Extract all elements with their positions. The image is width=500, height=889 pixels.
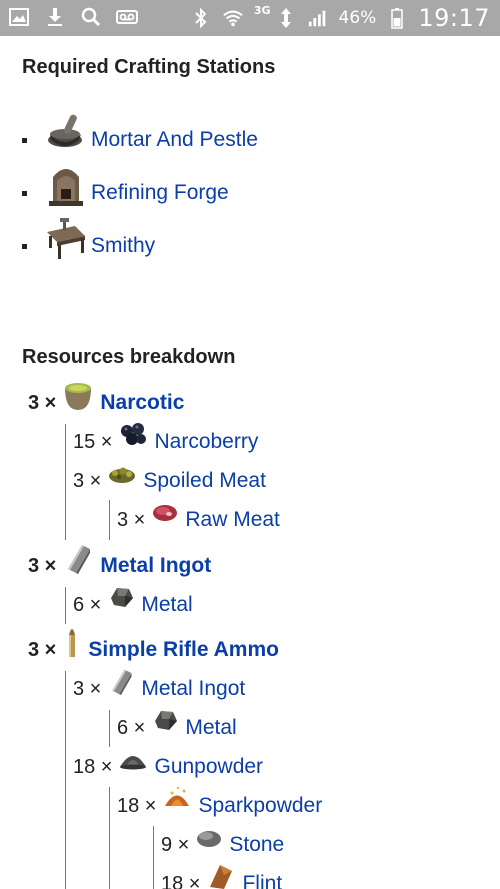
resource-row-gunpowder[interactable]: 18 × Gunpowder bbox=[73, 750, 263, 784]
station-item-forge[interactable]: Refining Forge bbox=[22, 169, 229, 213]
system-icons: 3G 46% 19:17 bbox=[190, 0, 490, 36]
resource-row-metal-sub[interactable]: 6 × Metal bbox=[117, 710, 237, 745]
flint-icon[interactable] bbox=[206, 861, 236, 889]
notification-icons bbox=[8, 6, 138, 28]
resource-link-spoiled-meat[interactable]: Spoiled Meat bbox=[143, 469, 266, 493]
resource-link-flint[interactable]: Flint bbox=[242, 872, 282, 889]
resource-row-raw-meat[interactable]: 3 × Raw Meat bbox=[117, 503, 280, 537]
resource-link-gunpowder[interactable]: Gunpowder bbox=[154, 755, 263, 779]
resource-row-flint[interactable]: 18 × Flint bbox=[161, 864, 282, 889]
resource-qty: 6 × bbox=[73, 593, 102, 616]
metal-icon[interactable] bbox=[107, 584, 135, 615]
metal-icon[interactable] bbox=[151, 707, 179, 738]
resource-qty: 3 × bbox=[73, 469, 102, 492]
sparkpowder-icon[interactable] bbox=[162, 785, 192, 816]
ingot-icon[interactable] bbox=[62, 541, 94, 580]
resource-link-metal[interactable]: Metal bbox=[141, 593, 192, 617]
ingot-icon[interactable] bbox=[107, 666, 135, 701]
station-link-smithy[interactable]: Smithy bbox=[91, 234, 155, 258]
tree-line bbox=[65, 587, 66, 624]
resource-qty: 3 × bbox=[73, 677, 102, 700]
resource-qty: 15 × bbox=[73, 430, 113, 453]
forge-icon[interactable] bbox=[45, 163, 87, 207]
mortar-icon[interactable] bbox=[45, 110, 87, 154]
raw-meat-icon[interactable] bbox=[151, 500, 179, 529]
resource-qty: 3 × bbox=[28, 391, 57, 414]
resource-row-metal-ingot-sub[interactable]: 3 × Metal Ingot bbox=[73, 669, 245, 706]
resource-row-spoiled-meat[interactable]: 3 × Spoiled Meat bbox=[73, 464, 266, 498]
station-item-mortar[interactable]: Mortar And Pestle bbox=[22, 114, 258, 160]
search-icon bbox=[80, 6, 102, 28]
station-link-forge[interactable]: Refining Forge bbox=[91, 181, 229, 205]
bullet bbox=[22, 137, 27, 143]
resource-link-metal-ingot-sub[interactable]: Metal Ingot bbox=[141, 677, 245, 701]
resource-link-rifle-ammo[interactable]: Simple Rifle Ammo bbox=[88, 638, 279, 662]
battery-percent: 46% bbox=[338, 8, 377, 28]
download-icon bbox=[44, 6, 66, 28]
resource-row-narcotic[interactable]: 3 × Narcotic bbox=[28, 382, 184, 420]
narcotic-icon[interactable] bbox=[62, 378, 94, 417]
resource-link-narcoberry[interactable]: Narcoberry bbox=[154, 430, 258, 454]
bullet bbox=[22, 190, 27, 196]
tree-line bbox=[65, 671, 66, 889]
resource-row-metal[interactable]: 6 × Metal bbox=[73, 587, 193, 622]
tree-line bbox=[65, 424, 66, 540]
bluetooth-icon bbox=[190, 7, 212, 29]
smithy-icon[interactable] bbox=[45, 216, 87, 260]
station-item-smithy[interactable]: Smithy bbox=[22, 218, 155, 266]
resource-qty: 6 × bbox=[117, 716, 146, 739]
resource-qty: 18 × bbox=[161, 872, 201, 889]
battery-icon bbox=[386, 7, 408, 29]
resource-row-narcoberry[interactable]: 15 × Narcoberry bbox=[73, 422, 258, 459]
data-transfer-icon bbox=[275, 7, 297, 29]
resource-qty: 18 × bbox=[117, 794, 157, 817]
resource-link-metal-ingot[interactable]: Metal Ingot bbox=[100, 554, 211, 578]
resource-row-stone[interactable]: 9 × Stone bbox=[161, 828, 284, 862]
gunpowder-icon[interactable] bbox=[118, 747, 148, 776]
stone-icon[interactable] bbox=[195, 825, 223, 854]
status-bar: 3G 46% 19:17 bbox=[0, 0, 500, 36]
ammo-icon[interactable] bbox=[62, 625, 82, 664]
resource-link-metal-sub[interactable]: Metal bbox=[185, 716, 236, 740]
voicemail-icon bbox=[116, 6, 138, 28]
resources-heading: Resources breakdown bbox=[22, 346, 236, 368]
resource-qty: 9 × bbox=[161, 833, 190, 856]
signal-icon bbox=[307, 7, 329, 29]
tree-line bbox=[109, 710, 110, 747]
network-type: 3G bbox=[253, 3, 271, 17]
resource-link-narcotic[interactable]: Narcotic bbox=[100, 391, 184, 415]
crafting-stations-heading: Required Crafting Stations bbox=[22, 56, 276, 78]
resource-link-stone[interactable]: Stone bbox=[229, 833, 284, 857]
resource-row-sparkpowder[interactable]: 18 × Sparkpowder bbox=[117, 786, 322, 823]
wifi-icon bbox=[222, 7, 244, 29]
spoiled-meat-icon[interactable] bbox=[107, 461, 137, 490]
resource-row-metal-ingot[interactable]: 3 × Metal Ingot bbox=[28, 544, 211, 583]
gallery-icon bbox=[8, 6, 30, 28]
tree-line bbox=[153, 826, 154, 889]
resource-qty: 18 × bbox=[73, 755, 113, 778]
resource-qty: 3 × bbox=[28, 554, 57, 577]
bullet bbox=[22, 243, 27, 249]
resource-link-sparkpowder[interactable]: Sparkpowder bbox=[198, 794, 322, 818]
tree-line bbox=[109, 500, 110, 540]
tree-line bbox=[109, 787, 110, 889]
resource-row-rifle-ammo[interactable]: 3 × Simple Rifle Ammo bbox=[28, 628, 279, 667]
station-link-mortar[interactable]: Mortar And Pestle bbox=[91, 128, 258, 152]
resource-qty: 3 × bbox=[117, 508, 146, 531]
resource-link-raw-meat[interactable]: Raw Meat bbox=[185, 508, 280, 532]
clock: 19:17 bbox=[418, 4, 490, 32]
berry-icon[interactable] bbox=[118, 421, 148, 452]
resource-qty: 3 × bbox=[28, 638, 57, 661]
